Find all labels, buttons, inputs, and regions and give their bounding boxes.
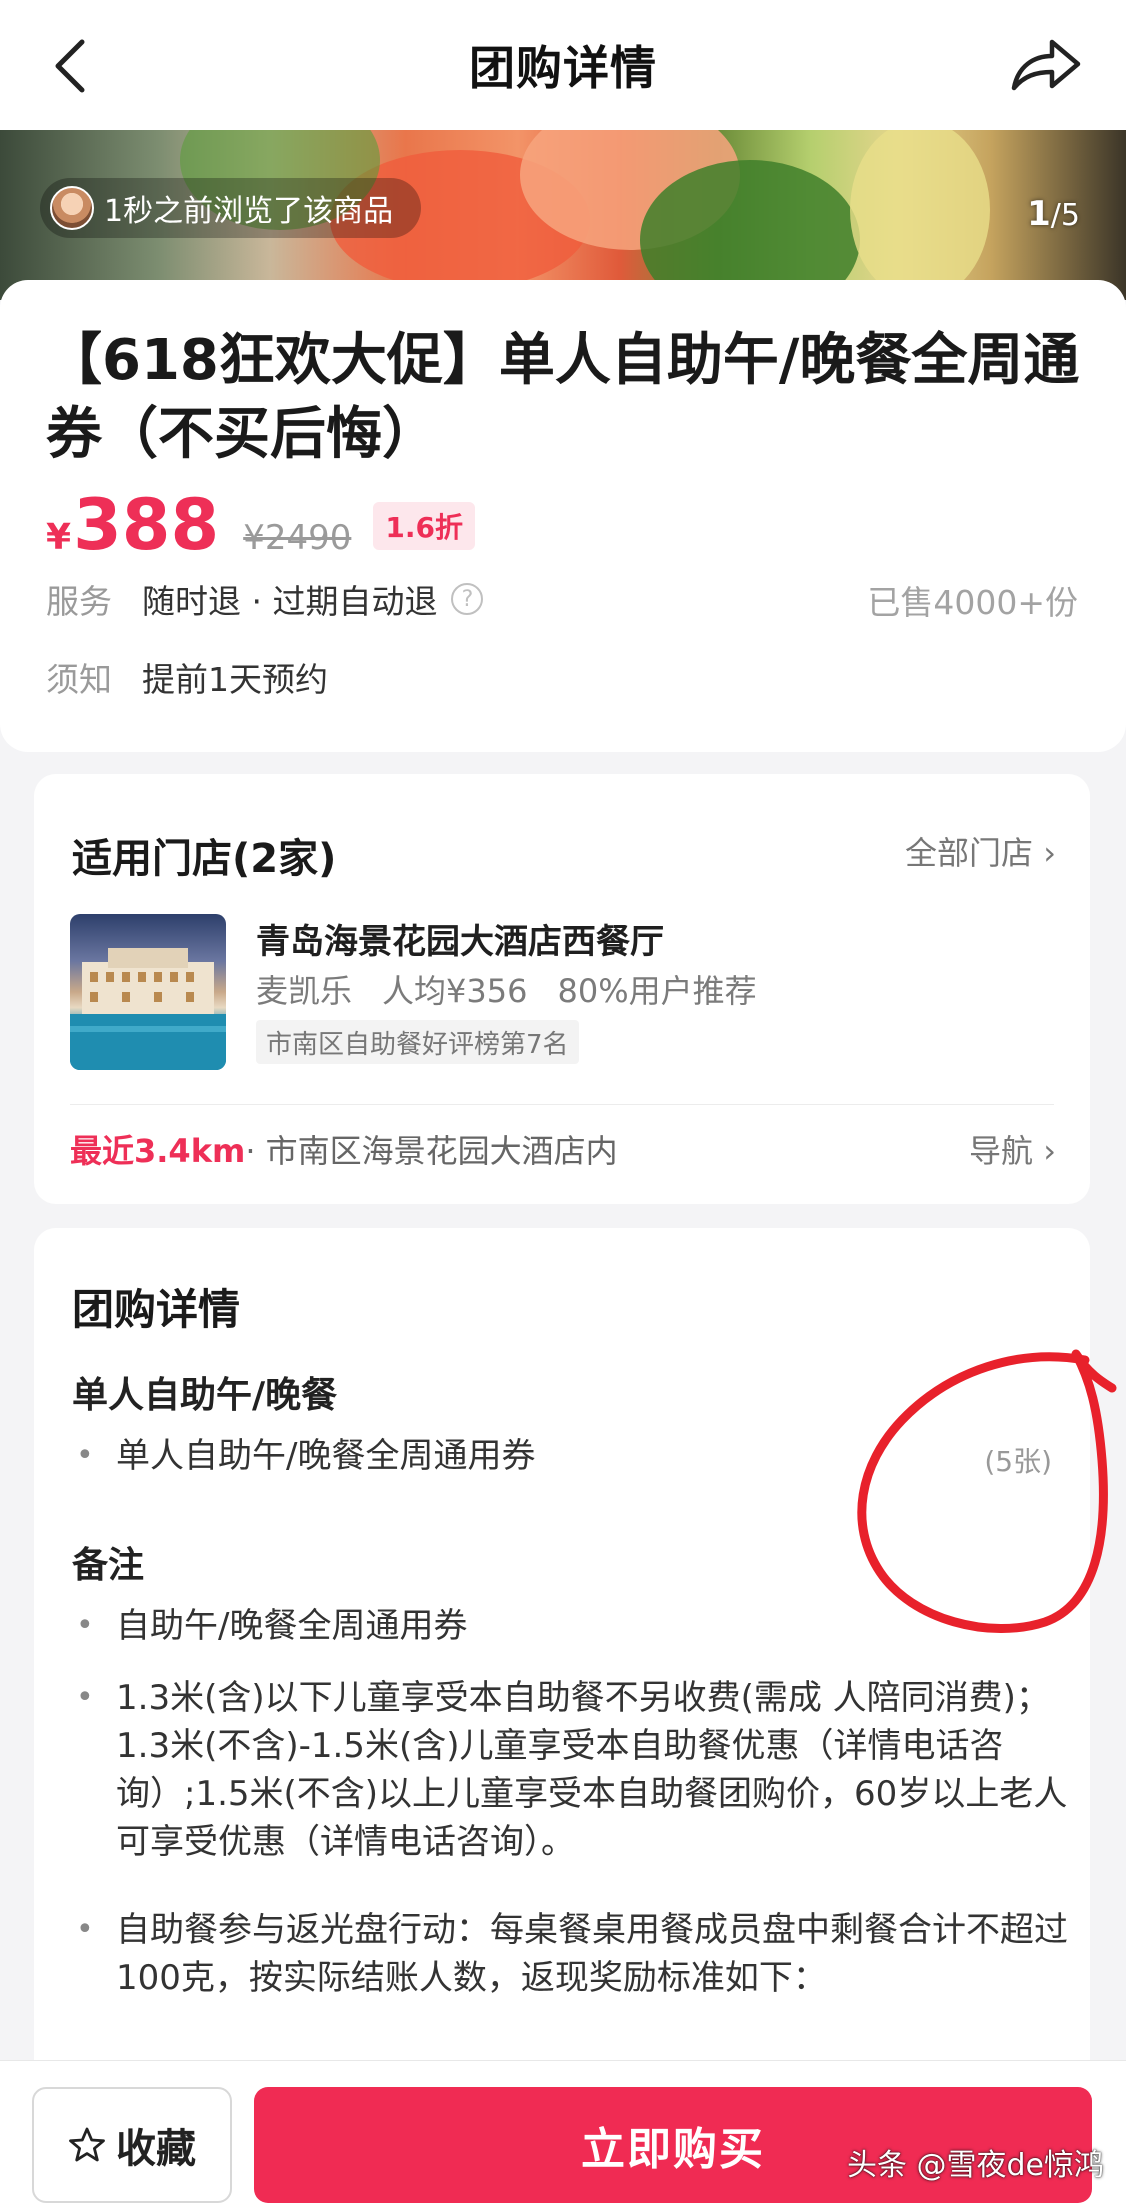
notice-label: 须知: [46, 660, 112, 699]
pager-current: 1: [1027, 194, 1051, 234]
sold-count: 已售4000+份: [867, 583, 1078, 622]
notes-heading: 备注: [72, 1545, 145, 1586]
watermark: 头条 @雪夜de惊鸿: [846, 2148, 1104, 2183]
list-item: • 单人自助午/晚餐全周通用券: [72, 1432, 1072, 1480]
store-thumbnail[interactable]: [70, 914, 226, 1070]
store-per-capita: 人均¥356: [382, 972, 528, 1010]
applicable-stores-card: 适用门店(2家) 全部门店 › 青岛海景花园大酒店西餐厅 麦凯乐 人均¥356 …: [34, 774, 1090, 1204]
store-address-row: 最近3.4km · 市南区海景花园大酒店内: [70, 1126, 618, 1172]
store-meta: 麦凯乐 人均¥356 80%用户推荐: [256, 966, 757, 1012]
store-distance: 最近3.4km: [70, 1132, 246, 1170]
star-outline-icon: [69, 2127, 105, 2162]
original-price: ¥2490: [243, 518, 352, 558]
bullet-dot-icon: •: [76, 1680, 94, 1715]
product-hero-image[interactable]: 1秒之前浏览了该商品 1/5: [0, 130, 1126, 300]
store-name[interactable]: 青岛海景花园大酒店西餐厅: [256, 914, 664, 963]
store-rank-tag: 市南区自助餐好评榜第7名: [256, 1020, 579, 1064]
package-item: 单人自助午/晚餐全周通用券: [116, 1436, 536, 1476]
top-nav: 团购详情: [0, 0, 1126, 130]
product-title: 【618狂欢大促】单人自助午/晚餐全周通券（不买后悔）: [46, 328, 1080, 467]
image-pager: 1/5: [1027, 194, 1080, 234]
store-recommend: 80%用户推荐: [557, 972, 757, 1010]
note-item: 自助餐参与返光盘行动：每桌餐桌用餐成员盘中剩餐合计不超过 100克，按实际结账人…: [116, 1910, 1068, 1998]
store-brand: 麦凯乐: [256, 972, 353, 1010]
service-label: 服务: [46, 582, 112, 621]
divider: [70, 1104, 1054, 1105]
product-card: 【618狂欢大促】单人自助午/晚餐全周通券（不买后悔） ¥ 388 ¥2490 …: [0, 280, 1126, 752]
favorite-label: 收藏: [116, 2126, 196, 2172]
package-heading: 单人自助午/晚餐: [72, 1375, 338, 1416]
page-title: 团购详情: [469, 41, 657, 95]
note-item: 1.3米(含)以下儿童享受本自助餐不另收费(需成 人陪同消费)；1.3米(不含)…: [116, 1678, 1068, 1862]
recent-viewer-text: 1秒之前浏览了该商品: [104, 194, 394, 229]
current-price: 388: [73, 484, 220, 566]
price-symbol: ¥: [46, 517, 72, 558]
bullet-dot-icon: •: [76, 1438, 94, 1473]
note-item: 自助午/晚餐全周通用券: [116, 1606, 468, 1646]
package-quantity: (5张): [984, 1445, 1052, 1478]
details-title: 团购详情: [72, 1285, 241, 1334]
bullet-dot-icon: •: [76, 1912, 94, 1947]
favorite-button[interactable]: 收藏: [32, 2087, 232, 2203]
discount-badge: 1.6折: [373, 502, 475, 550]
service-row[interactable]: 服务 随时退 · 过期自动退 ?: [46, 576, 484, 622]
list-item: • 1.3米(含)以下儿童享受本自助餐不另收费(需成 人陪同消费)；1.3米(不…: [72, 1674, 1072, 1866]
help-circle-icon[interactable]: ?: [451, 583, 484, 615]
pager-total: /5: [1050, 198, 1080, 233]
list-item: • 自助午/晚餐全周通用券: [72, 1602, 1072, 1650]
back-arrow-icon[interactable]: [44, 36, 100, 96]
notice-text: 提前1天预约: [142, 660, 328, 699]
store-address: · 市南区海景花园大酒店内: [245, 1132, 618, 1170]
price-row: ¥ 388 ¥2490 1.6折: [46, 484, 475, 566]
list-item: • 自助餐参与返光盘行动：每桌餐桌用餐成员盘中剩餐合计不超过 100克，按实际结…: [72, 1906, 1072, 2002]
deal-details-card: 团购详情 单人自助午/晚餐 • 单人自助午/晚餐全周通用券 (5张) 备注 • …: [34, 1228, 1090, 2204]
share-icon[interactable]: [1006, 34, 1086, 98]
navigation-link[interactable]: 导航 ›: [969, 1126, 1056, 1172]
bullet-dot-icon: •: [76, 1608, 94, 1643]
recent-viewer-badge: 1秒之前浏览了该商品: [40, 178, 422, 238]
service-text: 随时退 · 过期自动退: [142, 582, 438, 621]
stores-title: 适用门店(2家): [72, 836, 337, 882]
avatar: [50, 186, 94, 230]
notice-row: 须知 提前1天预约: [46, 654, 328, 700]
all-stores-link[interactable]: 全部门店 ›: [905, 828, 1056, 874]
hotel-image-icon: [70, 948, 226, 1070]
